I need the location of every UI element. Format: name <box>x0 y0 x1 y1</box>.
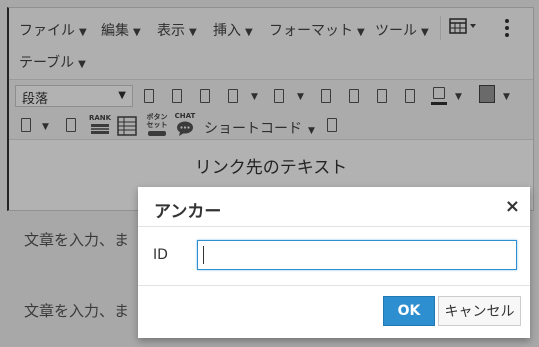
id-input[interactable] <box>197 240 517 270</box>
text-cursor <box>203 246 204 264</box>
dialog-footer: OK キャンセル <box>138 285 530 338</box>
dialog-body: ID <box>138 227 530 285</box>
cancel-button[interactable]: キャンセル <box>438 296 521 326</box>
close-icon[interactable]: × <box>505 196 520 217</box>
dialog-title: アンカー <box>154 202 222 222</box>
ok-button[interactable]: OK <box>383 296 435 326</box>
dialog-header: アンカー × <box>138 187 530 227</box>
id-label: ID <box>153 247 168 263</box>
anchor-dialog: アンカー × ID OK キャンセル <box>138 187 530 338</box>
